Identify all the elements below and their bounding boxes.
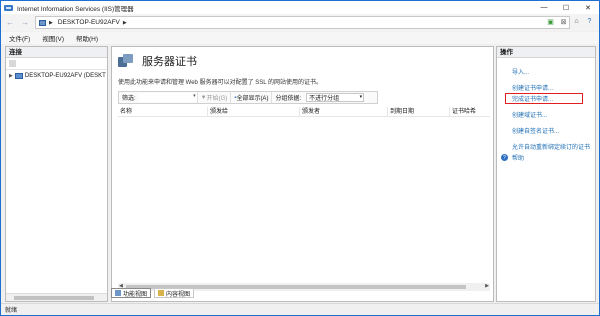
action-create-certificate-request[interactable]: 创建证书申请... <box>497 82 595 93</box>
actions-header: 操作 <box>497 47 595 58</box>
column-issued-by[interactable]: 颁发者 <box>300 107 388 117</box>
tree-item-label: DESKTOP-EU92AFV (DESKT <box>24 72 106 79</box>
window-controls: — ☐ ✕ <box>533 1 599 14</box>
column-expiration-date[interactable]: 到期日期 <box>388 107 450 117</box>
filter-bar: 筛选: ▼ 开始(G) ▪ 全部显示(A) 分组依据: 不进行分组 <box>118 91 378 104</box>
back-arrow-icon[interactable]: ← <box>4 17 16 29</box>
maximize-button[interactable]: ☐ <box>555 1 577 14</box>
title-bar: Internet Information Services (IIS)管理器 —… <box>1 1 599 14</box>
minimize-button[interactable]: — <box>533 1 555 14</box>
menu-help[interactable]: 帮助(H) <box>76 33 98 43</box>
iis-manager-window: Internet Information Services (IIS)管理器 —… <box>0 0 600 316</box>
main-content: 服务器证书 使用此功能来申请和管理 Web 服务器可以对配置了 SSL 的网站使… <box>111 46 494 302</box>
iis-app-icon <box>4 4 13 12</box>
content-view-icon <box>158 290 165 296</box>
breadcrumb[interactable]: ▶ DESKTOP-EU92AFV ▶ <box>35 16 570 29</box>
action-complete-certificate-request[interactable]: 完成证书申请... <box>505 93 583 104</box>
close-button[interactable]: ✕ <box>577 1 599 14</box>
action-enable-auto-rebind[interactable]: 允许自动重新绑定续订的证书 <box>497 141 595 152</box>
connections-header: 连接 <box>6 47 107 58</box>
group-by-select[interactable]: 不进行分组 <box>306 93 365 102</box>
tab-features-view[interactable]: 功能视图 <box>111 288 152 298</box>
help-icon: ? <box>501 154 508 161</box>
scrollbar-thumb[interactable] <box>14 296 94 300</box>
stop-icon[interactable]: ⊠ <box>558 16 569 27</box>
expand-icon[interactable]: ▶ <box>9 73 13 79</box>
action-create-domain-certificate[interactable]: 创建域证书... <box>497 109 595 120</box>
tree-item-server[interactable]: ▶ DESKTOP-EU92AFV (DESKT <box>6 70 107 81</box>
action-help[interactable]: ? 帮助 <box>497 152 595 163</box>
filter-input[interactable] <box>138 93 197 102</box>
horizontal-scrollbar[interactable] <box>6 293 107 301</box>
column-name[interactable]: 名称 <box>118 107 208 117</box>
breadcrumb-item-server[interactable]: DESKTOP-EU92AFV <box>58 19 120 26</box>
page-header: 服务器证书 <box>118 53 197 69</box>
new-connection-icon[interactable] <box>9 60 16 67</box>
actions-list: 导入... 创建证书申请... 完成证书申请... 创建域证书... 创建自签名… <box>497 58 595 163</box>
server-icon <box>14 72 23 79</box>
help-icon[interactable]: ? <box>584 16 595 27</box>
column-issued-to[interactable]: 颁发给 <box>208 107 300 117</box>
breadcrumb-separator-icon: ▶ <box>122 19 127 26</box>
status-bar: 就绪 <box>1 303 599 315</box>
page-description: 使用此功能来申请和管理 Web 服务器可以对配置了 SSL 的网站使用的证书。 <box>118 80 323 86</box>
address-toolbar: ▣ ⊠ ⌂ ? <box>545 16 595 27</box>
show-all-button[interactable]: ▪ 全部显示(A) <box>230 92 271 103</box>
connections-pane: 连接 ▶ DESKTOP-EU92AFV (DESKT <box>5 46 108 302</box>
menu-view[interactable]: 视图(V) <box>42 33 64 43</box>
start-filter-button[interactable]: ▼ 开始(G) <box>196 92 231 103</box>
view-tabs: 功能视图 内容视图 <box>111 288 195 298</box>
menu-file[interactable]: 文件(F) <box>9 33 30 43</box>
tab-content-view[interactable]: 内容视图 <box>154 288 195 298</box>
filter-label: 筛选: <box>122 96 136 102</box>
column-certificate-hash[interactable]: 证书哈希 <box>450 107 490 117</box>
address-bar: ← → ▶ DESKTOP-EU92AFV ▶ ▣ ⊠ ⌂ ? <box>1 14 599 31</box>
menu-bar: 文件(F) 视图(V) 帮助(H) <box>1 32 599 44</box>
breadcrumb-separator-icon: ▶ <box>49 19 53 26</box>
features-view-icon <box>115 290 121 296</box>
group-by-label: 分组依据: <box>271 92 304 103</box>
actions-pane: 操作 导入... 创建证书申请... 完成证书申请... 创建域证书... 创建… <box>496 46 596 302</box>
connections-toolbar <box>6 58 107 70</box>
window-title: Internet Information Services (IIS)管理器 <box>17 5 134 13</box>
action-create-self-signed-certificate[interactable]: 创建自签名证书... <box>497 125 595 136</box>
page-title: 服务器证书 <box>142 55 197 68</box>
certificate-table-header: 名称 颁发给 颁发者 到期日期 证书哈希 <box>118 107 490 117</box>
server-certificate-icon <box>118 54 134 68</box>
computer-icon <box>39 19 46 26</box>
action-import[interactable]: 导入... <box>497 66 595 77</box>
scroll-right-icon[interactable]: ▶ <box>485 283 489 289</box>
home-icon[interactable]: ⌂ <box>571 16 582 27</box>
forward-arrow-icon[interactable]: → <box>19 17 31 29</box>
status-text: 就绪 <box>5 308 18 314</box>
network-icon[interactable]: ▣ <box>545 16 556 27</box>
